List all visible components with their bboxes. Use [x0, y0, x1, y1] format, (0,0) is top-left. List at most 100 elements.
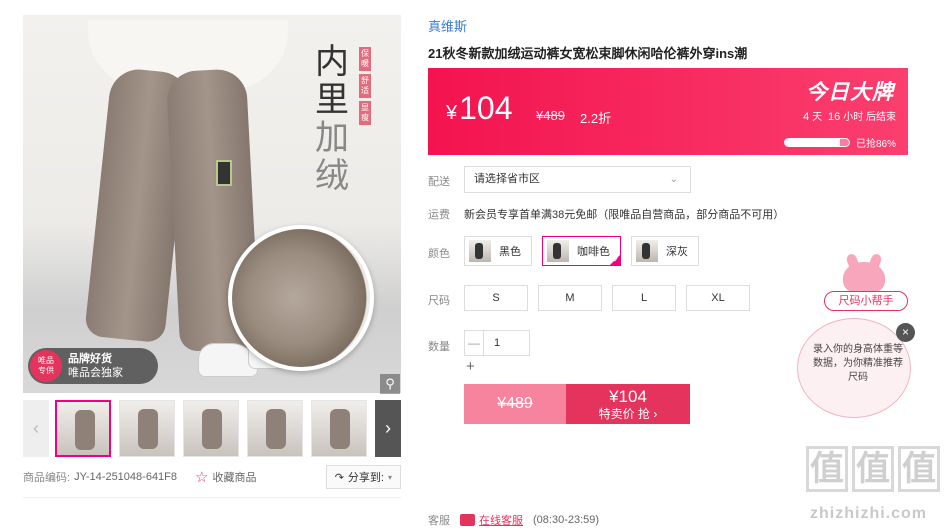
thumb-prev-button[interactable]: ‹: [23, 400, 49, 457]
online-service-link[interactable]: 在线客服: [479, 512, 523, 528]
image-vertical-title: 内里 加绒: [315, 43, 355, 195]
check-icon: ✓: [613, 257, 619, 264]
region-select-value: 请选择省市区: [474, 173, 540, 185]
size-helper-text: 录入你的身高体重等数据，为你精准推荐尺码: [813, 344, 903, 383]
service-hours: (08:30-23:59): [533, 514, 600, 526]
pants-patch: [216, 160, 232, 186]
image-title-line2: 加绒: [315, 118, 349, 196]
color-label: 颜色: [428, 248, 450, 260]
feature-tag: 舒适: [359, 74, 371, 98]
service-label: 客服: [428, 515, 450, 527]
countdown-suffix: 后结束: [866, 112, 896, 123]
watermark-url: zhizhizhi.com: [810, 505, 927, 522]
badge-title: 品牌好货: [68, 353, 112, 365]
buy-now-label: 特卖价 抢 ›: [598, 407, 658, 421]
product-code-label: 商品编码:: [23, 472, 71, 484]
countdown: 4天 16 小时 后结束: [803, 111, 896, 123]
mascot-icon[interactable]: [843, 262, 885, 294]
color-option-black[interactable]: 黑色: [464, 236, 532, 266]
price-panel: ¥ 104 ¥489 2.2折 今日大牌 4天 16 小时 后结束 已抢86%: [428, 68, 908, 155]
size-options: S M L XL: [464, 285, 750, 311]
size-helper-tag[interactable]: 尺码小帮手: [824, 291, 908, 311]
countdown-hours: 16: [827, 111, 841, 123]
color-options: 黑色 咖啡色 ✓ 深灰: [464, 236, 699, 266]
product-title: 21秋冬新款加绒运动裤女宽松束脚休闲哈伦裤外穿ins潮: [428, 46, 748, 61]
quantity-input[interactable]: 1: [484, 330, 530, 356]
quantity-label: 数量: [428, 341, 450, 353]
product-code: JY-14-251048-641F8: [74, 471, 178, 483]
buy-now-price: ¥104: [609, 387, 647, 406]
close-icon[interactable]: ×: [896, 323, 915, 342]
price-value: 104: [459, 90, 513, 126]
thumbnail-list: [49, 400, 375, 457]
size-label: 尺码: [428, 295, 450, 307]
delivery-label: 配送: [428, 176, 450, 188]
share-icon: ↷: [334, 471, 344, 484]
color-option-darkgray[interactable]: 深灰: [631, 236, 699, 266]
online-service[interactable]: 在线客服: [460, 512, 523, 528]
thumbnail-1[interactable]: [55, 400, 111, 457]
daily-brand-banner: 今日大牌: [806, 81, 894, 104]
original-price: ¥489: [536, 108, 565, 123]
sale-price: ¥ 104: [446, 90, 513, 127]
exclusive-badge: 唯品 专供 品牌好货 唯品会独家: [28, 348, 158, 384]
feature-tag: 保暖: [359, 47, 371, 71]
sold-progress: 已抢86%: [783, 135, 896, 150]
star-icon: ☆: [195, 469, 209, 486]
thumbnail-2[interactable]: [119, 400, 175, 457]
color-name: 深灰: [666, 246, 688, 258]
watermark-char: 值: [852, 446, 894, 492]
region-select[interactable]: 请选择省市区 ⌄: [464, 166, 691, 193]
color-swatch: [469, 240, 491, 262]
thumbnail-4[interactable]: [247, 400, 303, 457]
quantity-plus-button[interactable]: +: [466, 358, 475, 375]
buy-now-button[interactable]: ¥104 特卖价 抢 ›: [566, 384, 690, 424]
feature-tag: 显瘦: [359, 101, 371, 125]
shipping-label: 运费: [428, 209, 450, 221]
fleece-detail-circle: [228, 225, 374, 371]
size-option-s[interactable]: S: [464, 285, 528, 311]
color-swatch: [636, 240, 658, 262]
badge-text: 品牌好货 唯品会独家: [68, 352, 123, 380]
color-swatch: [547, 240, 569, 262]
thumbnail-5[interactable]: [311, 400, 367, 457]
quantity-minus-button[interactable]: —: [464, 330, 484, 356]
zoom-magnifier-icon[interactable]: ⚲: [380, 374, 400, 394]
product-page: 内里 加绒 保暖 舒适 显瘦 唯品 专供 品牌好货 唯品会独家 ⚲ ‹ › 商品…: [0, 0, 951, 530]
color-option-coffee[interactable]: 咖啡色 ✓: [542, 236, 621, 266]
main-product-image[interactable]: 内里 加绒 保暖 舒适 显瘦 唯品 专供 品牌好货 唯品会独家: [23, 15, 401, 393]
favorite-button[interactable]: ☆ 收藏商品: [195, 468, 256, 486]
countdown-days: 4: [803, 111, 810, 123]
sold-progress-fill: [784, 139, 841, 146]
image-title-line1: 内里: [315, 42, 349, 120]
badge-subtitle: 唯品会独家: [68, 367, 123, 379]
thumb-next-button[interactable]: ›: [375, 400, 401, 457]
size-option-l[interactable]: L: [612, 285, 676, 311]
size-option-xl[interactable]: XL: [686, 285, 750, 311]
original-price-button[interactable]: ¥489: [464, 384, 566, 424]
share-label: 分享到:: [347, 472, 384, 484]
thumbnail-3[interactable]: [183, 400, 239, 457]
product-meta-row: 商品编码: JY-14-251048-641F8 ☆ 收藏商品 ↷ 分享到: ▾: [23, 465, 401, 489]
thumbnail-strip: ‹ ›: [23, 400, 401, 457]
currency-symbol: ¥: [446, 102, 458, 124]
color-name: 咖啡色: [577, 246, 610, 258]
customer-service-row: 客服 在线客服 (08:30-23:59): [428, 512, 599, 528]
quantity-stepper: — 1: [464, 330, 530, 356]
size-option-m[interactable]: M: [538, 285, 602, 311]
chevron-down-icon: ⌄: [669, 174, 678, 185]
site-watermark-logo: 值 值 值: [806, 446, 940, 492]
shipping-text: 新会员专享首单满38元免邮（限唯品自营商品，部分商品不可用）: [464, 209, 785, 221]
color-name: 黑色: [499, 246, 521, 258]
chat-icon: [460, 514, 475, 526]
share-dropdown[interactable]: ↷ 分享到: ▾: [325, 465, 401, 489]
discount-rate: 2.2折: [580, 111, 612, 126]
watermark-char: 值: [898, 446, 940, 492]
image-feature-tags: 保暖 舒适 显瘦: [359, 47, 371, 125]
watermark-char: 值: [806, 446, 848, 492]
sold-progress-bar: [783, 138, 850, 147]
divider: [23, 497, 401, 498]
vip-badge-icon: 唯品 专供: [30, 350, 62, 382]
brand-link[interactable]: 真维斯: [428, 16, 467, 35]
favorite-label: 收藏商品: [212, 472, 257, 484]
